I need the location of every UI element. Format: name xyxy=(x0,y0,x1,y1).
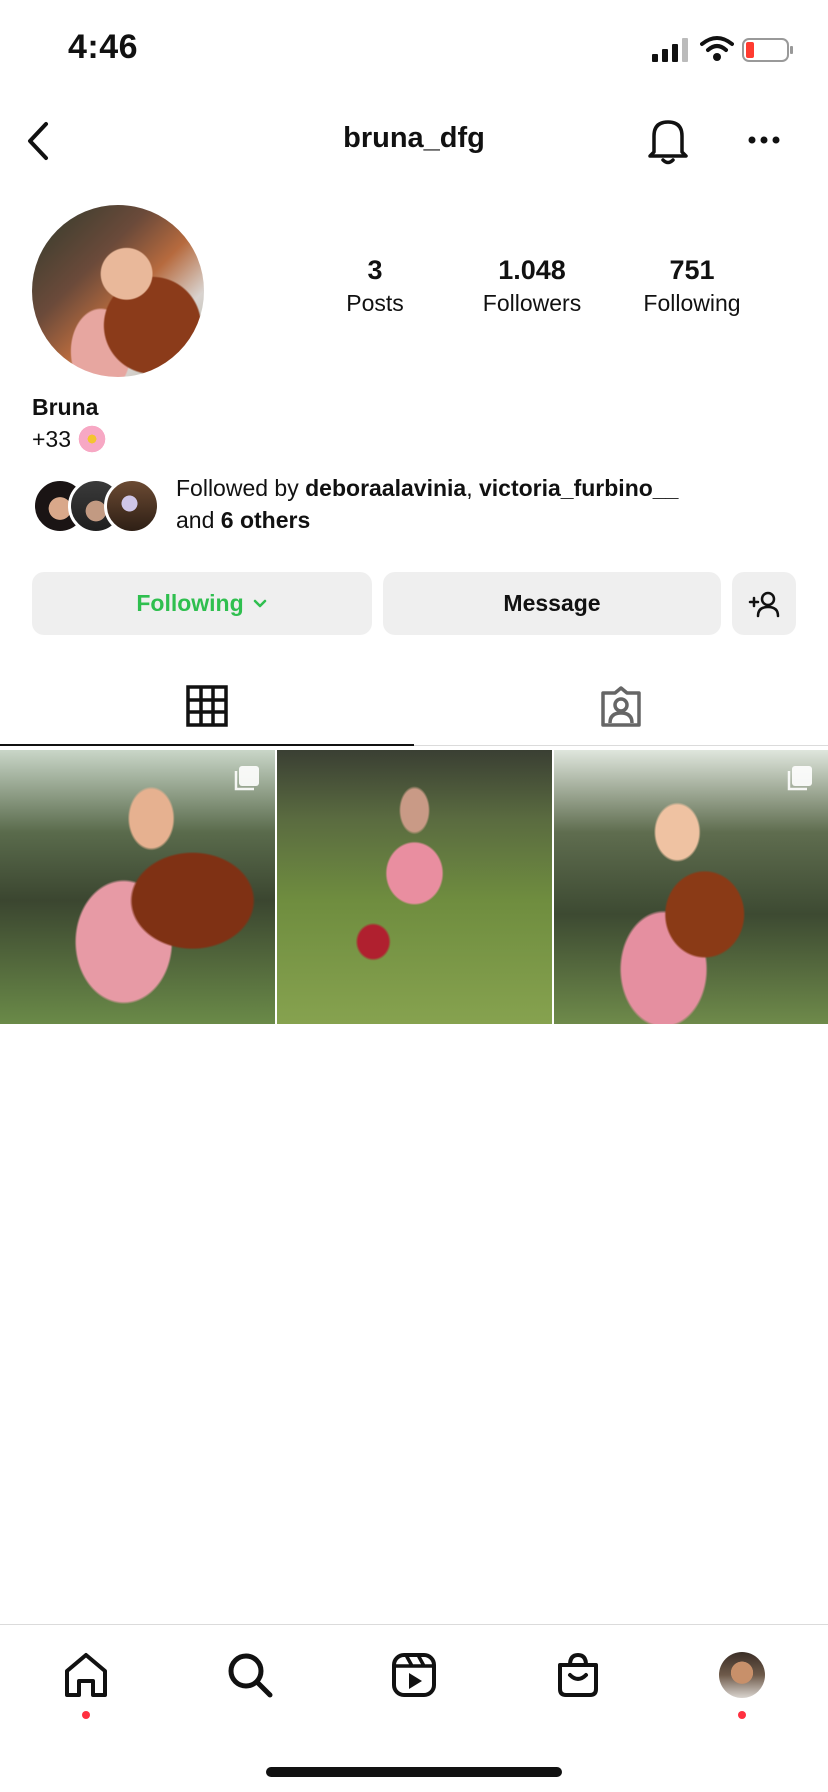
status-time: 4:46 xyxy=(68,28,139,66)
profile-name: Bruna xyxy=(32,394,99,420)
others-count[interactable]: 6 others xyxy=(221,507,310,533)
message-button[interactable]: Message xyxy=(383,572,721,635)
profile-avatar-small xyxy=(719,1652,765,1698)
posts-grid xyxy=(0,750,828,1024)
post-thumbnail[interactable] xyxy=(277,750,552,1024)
mutual-user-2[interactable]: victoria_furbino__ xyxy=(479,475,678,501)
follower-avatar xyxy=(104,478,160,534)
separator: , xyxy=(466,475,473,501)
posts-count: 3 xyxy=(367,255,383,285)
profile-stats: 3 Posts 1.048 Followers 751 Following xyxy=(300,255,800,325)
home-notification-dot xyxy=(82,1711,90,1719)
followed-by-text: Followed by deboraalavinia, victoria_fur… xyxy=(176,472,796,536)
post-thumbnail[interactable] xyxy=(0,750,275,1024)
post-thumbnail[interactable] xyxy=(554,750,828,1024)
posts-stat[interactable]: 3 Posts xyxy=(300,255,450,317)
tab-tagged[interactable] xyxy=(414,668,828,746)
reels-icon xyxy=(392,1653,436,1697)
profile-bio: +33 xyxy=(32,424,108,454)
and-text: and xyxy=(176,507,215,533)
grid-icon xyxy=(186,685,228,727)
status-bar: 4:46 xyxy=(0,0,828,100)
following-count: 751 xyxy=(669,255,715,285)
bio-text: +33 xyxy=(32,426,72,452)
following-button-label: Following xyxy=(136,590,244,616)
bottom-navigation xyxy=(0,1624,828,1724)
shop-bag-icon xyxy=(558,1652,598,1697)
profile-avatar[interactable] xyxy=(32,205,204,377)
cherry-blossom-icon xyxy=(77,424,108,454)
following-label: Following xyxy=(643,290,741,316)
carousel-icon xyxy=(787,766,812,791)
followers-count: 1.048 xyxy=(498,255,566,285)
profile-tabs xyxy=(0,668,828,748)
battery-low-icon xyxy=(742,38,793,62)
page-title: bruna_dfg xyxy=(343,122,485,154)
mutual-user-1[interactable]: deboraalavinia xyxy=(305,475,466,501)
add-user-icon xyxy=(748,591,780,617)
home-icon xyxy=(65,1653,107,1697)
profile-notification-dot xyxy=(738,1711,746,1719)
followed-by-prefix: Followed by xyxy=(176,475,299,501)
carousel-icon xyxy=(234,766,259,791)
posts-label: Posts xyxy=(346,290,404,316)
more-options-icon[interactable] xyxy=(746,128,782,152)
tagged-person-icon xyxy=(601,685,641,727)
chevron-down-icon xyxy=(253,599,266,607)
message-button-label: Message xyxy=(503,590,601,616)
nav-reels[interactable] xyxy=(388,1649,440,1701)
tab-grid[interactable] xyxy=(0,668,414,746)
profile-header: bruna_dfg xyxy=(0,110,828,170)
nav-search[interactable] xyxy=(224,1649,276,1701)
add-user-button[interactable] xyxy=(732,572,796,635)
search-icon xyxy=(228,1653,273,1698)
following-button[interactable]: Following xyxy=(32,572,372,635)
wifi-icon xyxy=(700,36,734,61)
followed-by[interactable]: Followed by deboraalavinia, victoria_fur… xyxy=(32,472,812,542)
cellular-signal-icon xyxy=(652,38,688,62)
bell-icon[interactable] xyxy=(646,114,690,166)
back-button[interactable] xyxy=(24,118,54,164)
following-stat[interactable]: 751 Following xyxy=(617,255,767,317)
nav-profile[interactable] xyxy=(716,1649,768,1701)
followers-label: Followers xyxy=(482,290,582,316)
nav-home[interactable] xyxy=(60,1649,112,1701)
home-indicator xyxy=(266,1767,562,1777)
nav-shop[interactable] xyxy=(552,1649,604,1701)
followers-stat[interactable]: 1.048 Followers xyxy=(457,255,607,317)
